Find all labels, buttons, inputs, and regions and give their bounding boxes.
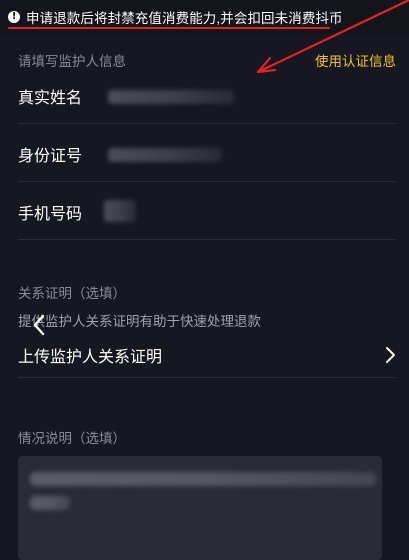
redacted-situation-line-2 [30, 496, 70, 510]
id-number-label: 身份证号 [18, 147, 83, 165]
relation-proof-title: 关系证明（选填） [18, 286, 126, 301]
guardian-section-header: 请填写监护人信息 使用认证信息 [18, 50, 396, 70]
redacted-name [108, 90, 234, 104]
real-name-label: 真实姓名 [18, 89, 83, 107]
chevron-right-icon [386, 346, 395, 363]
exclamation-icon: ! [8, 11, 20, 23]
redacted-phone [104, 200, 136, 222]
relation-proof-hint: 提供监护人关系证明有助于快速处理退款 [18, 314, 261, 329]
warning-text: 申请退款后将封禁充值消费能力,并会扣回未消费抖币 [26, 11, 343, 26]
redacted-id-number [108, 148, 222, 162]
redacted-situation-line-1 [30, 472, 376, 486]
upload-relation-proof-row[interactable]: 上传监护人关系证明 [18, 332, 396, 378]
phone-input[interactable] [108, 201, 396, 222]
situation-title: 情况说明（选填） [18, 431, 126, 446]
phone-row[interactable]: 手机号码 [18, 184, 396, 240]
guardian-section-title: 请填写监护人信息 [18, 54, 126, 69]
refund-guardian-form: ! 申请退款后将封禁充值消费能力,并会扣回未消费抖币 请填写监护人信息 使用认证… [0, 0, 409, 560]
use-verified-info-link[interactable]: 使用认证信息 [315, 50, 396, 70]
warning-underline-annotation [8, 27, 330, 29]
upload-relation-proof-label: 上传监护人关系证明 [18, 348, 163, 366]
phone-label: 手机号码 [18, 205, 83, 223]
